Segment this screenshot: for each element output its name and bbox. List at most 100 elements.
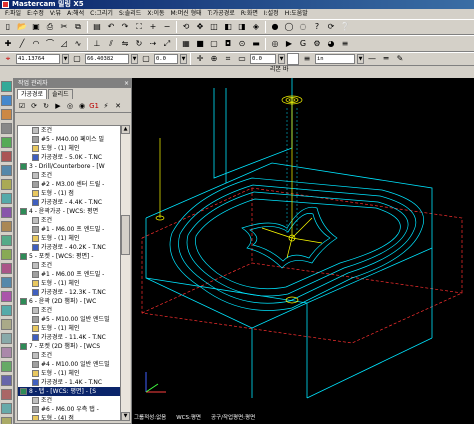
settings-icon[interactable]: ⚙ [311, 38, 323, 50]
side-tool-7-icon[interactable] [1, 165, 12, 176]
tree-item[interactable]: 도형 - (1) 체인 [18, 144, 120, 153]
side-tool-2-icon[interactable] [1, 95, 12, 106]
tree-item[interactable]: 도형 - (1) 점 [18, 189, 120, 198]
operations-tree[interactable]: 조건 #5 - M40.00 페이스 밀 도형 - (1) 체인 가공경로 - 5.0… [17, 125, 121, 421]
hide-icon[interactable]: ◌ [297, 21, 309, 33]
side-tool-22-icon[interactable] [1, 375, 12, 386]
menu-screen[interactable]: R:화면 [238, 9, 261, 19]
translate-icon[interactable]: ⇢ [147, 38, 159, 50]
side-tool-23-icon[interactable] [1, 389, 12, 400]
tree-item[interactable]: 가공경로 - 40.2K - T.NC [18, 243, 120, 252]
tree-item[interactable]: 6 - 윤곽 (2D 챔퍼) - [WC [18, 297, 120, 306]
menu-analyze[interactable]: A:해석 [64, 9, 87, 19]
tree-item[interactable]: #2 - M3.00 센터 드릴 - [18, 180, 120, 189]
plane-icon[interactable]: ▭ [236, 53, 248, 65]
mirror-icon[interactable]: ⇋ [119, 38, 131, 50]
side-tool-4-icon[interactable] [1, 123, 12, 134]
regen-icon[interactable]: ⟳ [325, 21, 337, 33]
x-coordinate-field[interactable]: 41.13764 [16, 54, 60, 64]
side-tool-17-icon[interactable] [1, 305, 12, 316]
close-icon[interactable]: × [124, 79, 129, 88]
level-icon[interactable]: ≡ [301, 53, 313, 65]
tree-item[interactable]: 도형 - (1) 체인 [18, 279, 120, 288]
tree-item[interactable]: 8 - 탭 - [WCS: 평면] - [S [18, 387, 120, 396]
side-tool-21-icon[interactable] [1, 361, 12, 372]
save-icon[interactable]: ▣ [30, 21, 42, 33]
level-icon[interactable]: ≡ [339, 38, 351, 50]
side-tool-15-icon[interactable] [1, 277, 12, 288]
tree-item[interactable]: 5 - 포켓 - [WCS: 평면] - [18, 252, 120, 261]
color-icon[interactable]: ◕ [325, 38, 337, 50]
tool-plane-status[interactable]: 공구/작업평면:평면 [211, 412, 255, 424]
menu-file[interactable]: F:파일 [2, 9, 24, 19]
analyze-icon[interactable]: ? [311, 21, 323, 33]
tree-item[interactable]: 가공경로 - 11.4K - T.NC [18, 333, 120, 342]
plane-depth-field[interactable]: 0.0 [250, 54, 276, 64]
tree-item[interactable]: #1 - M6.00 프 엔드밀 - [18, 270, 120, 279]
side-tool-13-icon[interactable] [1, 249, 12, 260]
chamfer-icon[interactable]: ◿ [58, 38, 70, 50]
menu-xform[interactable]: X:이동 [144, 9, 167, 19]
side-tool-3-icon[interactable] [1, 109, 12, 120]
face-icon[interactable]: ▬ [250, 38, 262, 50]
point-type-icon[interactable]: ✛ [194, 53, 206, 65]
tree-item[interactable]: 가공경로 - 1.4K - T.NC [18, 378, 120, 387]
arc-icon[interactable]: ◠ [30, 38, 42, 50]
scroll-thumb[interactable] [121, 215, 130, 255]
side-tool-10-icon[interactable] [1, 207, 12, 218]
side-tool-8-icon[interactable] [1, 179, 12, 190]
fast-point-icon[interactable]: ⌗ [222, 53, 234, 65]
side-tool-18-icon[interactable] [1, 319, 12, 330]
rotate-geo-icon[interactable]: ↻ [133, 38, 145, 50]
tree-item[interactable]: 도형 - (4) 점 [18, 414, 120, 420]
x-dropdown-arrow[interactable]: ▼ [62, 54, 69, 64]
menu-toolpaths[interactable]: T:가공경로 [205, 9, 238, 19]
side-tool-20-icon[interactable] [1, 347, 12, 358]
side-tool-19-icon[interactable] [1, 333, 12, 344]
side-tool-12-icon[interactable] [1, 235, 12, 246]
tree-item[interactable]: 조건 [18, 396, 120, 405]
units-dropdown-arrow[interactable]: ▼ [357, 54, 364, 64]
redo-icon[interactable]: ↷ [119, 21, 131, 33]
graphics-viewport[interactable] [132, 78, 474, 412]
tree-item[interactable]: 7 - 포켓 (2D 챔퍼) - [WCS [18, 342, 120, 351]
zoom-in-icon[interactable]: + [147, 21, 159, 33]
tree-item[interactable]: 도형 - (1) 체인 [18, 369, 120, 378]
lock-y-icon[interactable]: ▢ [140, 53, 152, 65]
tree-item[interactable]: 조건 [18, 171, 120, 180]
surface-icon[interactable]: ▦ [180, 38, 192, 50]
crosshair-icon[interactable]: ⌖ [2, 53, 14, 65]
new-icon[interactable]: ▯ [2, 21, 14, 33]
side-tool-6-icon[interactable] [1, 151, 12, 162]
tree-item[interactable]: 조건 [18, 306, 120, 315]
side-tool-25-icon[interactable] [1, 417, 12, 424]
tree-item[interactable]: 조건 [18, 126, 120, 135]
shade-icon[interactable]: ● [269, 21, 281, 33]
snap-icon[interactable]: ⊕ [208, 53, 220, 65]
backplot-icon[interactable]: ▶ [53, 101, 63, 111]
tree-item[interactable]: 가공경로 - 4.4K - T.NC [18, 198, 120, 207]
menu-help[interactable]: H:도움말 [282, 9, 311, 19]
fillet-icon[interactable]: ⌒ [44, 38, 56, 50]
plane-dropdown-arrow[interactable]: ▼ [278, 54, 285, 64]
top-view-icon[interactable]: ◫ [208, 21, 220, 33]
line-style-icon[interactable]: — [366, 53, 378, 65]
menu-settings[interactable]: I:설정 [261, 9, 282, 19]
print-icon[interactable]: ⎙ [44, 21, 56, 33]
verify-icon[interactable]: ◎ [269, 38, 281, 50]
pocket-icon[interactable]: ◘ [222, 38, 234, 50]
help-icon[interactable]: ❔ [339, 21, 351, 33]
highfeed-icon[interactable]: ⚡ [101, 101, 111, 111]
wcs-status[interactable]: WCS:평면 [176, 412, 201, 424]
scale-icon[interactable]: ⤢ [161, 38, 173, 50]
spline-icon[interactable]: ∿ [72, 38, 84, 50]
undo-icon[interactable]: ↶ [105, 21, 117, 33]
line-icon[interactable]: ╱ [16, 38, 28, 50]
tree-item[interactable]: #5 - M40.00 페이스 밀 [18, 135, 120, 144]
color-swatch-icon[interactable] [287, 53, 299, 65]
post-icon[interactable]: G [297, 38, 309, 50]
line-width-icon[interactable]: ═ [380, 53, 392, 65]
side-tool-16-icon[interactable] [1, 291, 12, 302]
simulate-icon[interactable]: ◉ [77, 101, 87, 111]
regen-dirty-icon[interactable]: ↻ [41, 101, 51, 111]
